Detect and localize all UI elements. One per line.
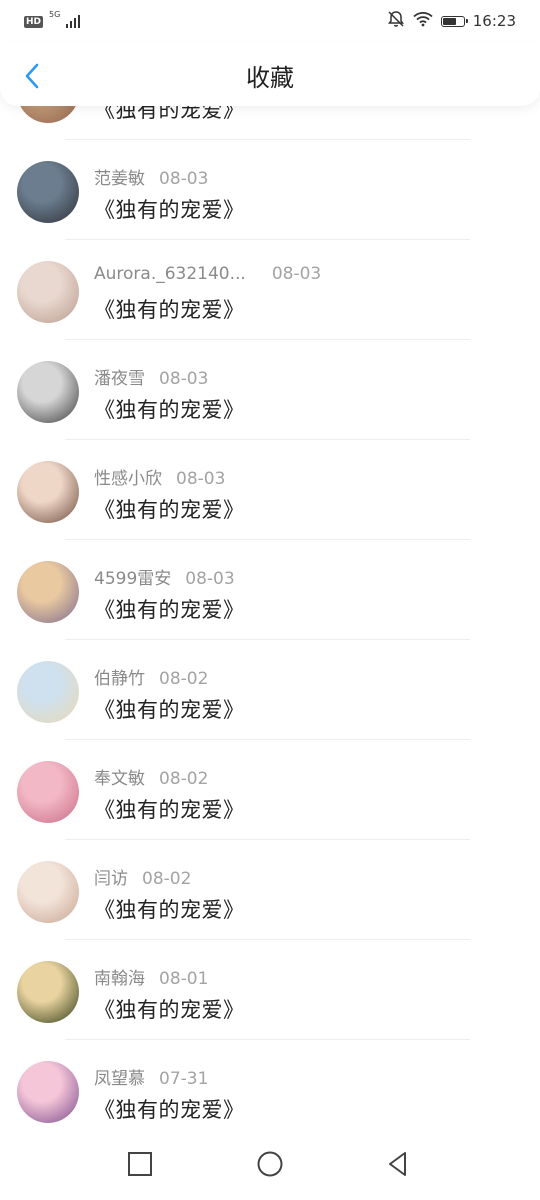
recents-button[interactable] [120, 1148, 160, 1180]
user-name[interactable]: 范姜敏 [94, 169, 145, 189]
avatar[interactable] [17, 561, 79, 623]
item-title: 《独有的宠爱》 [94, 198, 245, 222]
item-meta: 性感小欣 08-03 [94, 464, 225, 489]
item-meta: Aurora._632140... 08-03 [94, 264, 321, 284]
item-title: 《独有的宠爱》 [94, 998, 245, 1022]
list-item[interactable]: Aurora._632140... 08-03 《独有的宠爱》 [0, 240, 540, 340]
item-title: 《独有的宠爱》 [94, 898, 245, 922]
item-meta: 范姜敏 08-03 [94, 164, 208, 189]
avatar[interactable] [17, 361, 79, 423]
item-title: 《独有的宠爱》 [94, 498, 245, 522]
list-item[interactable]: 伯静竹 08-02 《独有的宠爱》 [0, 640, 540, 740]
item-date: 08-03 [185, 569, 235, 589]
list-item[interactable]: 4599雷安 08-03 《独有的宠爱》 [0, 540, 540, 640]
user-name[interactable]: 闫访 [94, 869, 128, 889]
list-item[interactable]: 凤望慕 07-31 《独有的宠爱》 [0, 1040, 540, 1140]
avatar[interactable] [17, 661, 79, 723]
item-title: 《独有的宠爱》 [94, 298, 245, 322]
avatar[interactable] [17, 1061, 79, 1123]
item-title: 《独有的宠爱》 [94, 398, 245, 422]
system-back-button[interactable] [378, 1148, 418, 1180]
status-left: HD 5G [24, 10, 81, 28]
item-date: 08-01 [159, 969, 209, 989]
item-meta: 潘夜雪 08-03 [94, 364, 208, 389]
signal-icon [66, 12, 81, 28]
avatar[interactable] [17, 261, 79, 323]
item-meta: 奉文敏 08-02 [94, 764, 208, 789]
system-nav-bar [0, 1128, 540, 1200]
user-name[interactable]: 奉文敏 [94, 769, 145, 789]
home-button[interactable] [250, 1148, 290, 1180]
user-name[interactable]: 4599雷安 [94, 569, 171, 589]
user-name[interactable]: 伯静竹 [94, 669, 145, 689]
status-right: 16:23 [387, 10, 516, 32]
user-name[interactable]: 南翰海 [94, 969, 145, 989]
item-date: 07-31 [159, 1069, 209, 1089]
mute-bell-icon [387, 10, 405, 32]
avatar[interactable] [17, 161, 79, 223]
user-name[interactable]: 凤望慕 [94, 1069, 145, 1089]
favorites-list: 《独有的宠爱》 范姜敏 08-03 《独有的宠爱》 Aurora._632140... 0… [0, 40, 540, 1140]
item-meta: 闫访 08-02 [94, 864, 191, 889]
item-date: 08-03 [176, 469, 226, 489]
battery-icon [440, 15, 468, 27]
clock: 16:23 [472, 12, 516, 30]
page-title: 收藏 [246, 64, 294, 92]
list-item[interactable]: 奉文敏 08-02 《独有的宠爱》 [0, 740, 540, 840]
avatar[interactable] [17, 961, 79, 1023]
status-bar: HD 5G 16:23 [0, 0, 540, 44]
list-item[interactable]: 潘夜雪 08-03 《独有的宠爱》 [0, 340, 540, 440]
wifi-icon [413, 11, 433, 31]
item-title: 《独有的宠爱》 [94, 598, 245, 622]
item-date: 08-02 [142, 869, 192, 889]
item-meta: 南翰海 08-01 [94, 964, 208, 989]
square-icon [128, 1152, 152, 1176]
item-title: 《独有的宠爱》 [94, 698, 245, 722]
item-title: 《独有的宠爱》 [94, 1098, 245, 1122]
header: 收藏 [0, 44, 540, 106]
item-meta: 伯静竹 08-02 [94, 664, 208, 689]
avatar[interactable] [17, 461, 79, 523]
item-date: 08-03 [159, 369, 209, 389]
list-item[interactable]: 范姜敏 08-03 《独有的宠爱》 [0, 140, 540, 240]
item-date: 08-03 [271, 264, 322, 284]
list-item[interactable]: 南翰海 08-01 《独有的宠爱》 [0, 940, 540, 1040]
user-name[interactable]: 潘夜雪 [94, 369, 145, 389]
list-item[interactable]: 闫访 08-02 《独有的宠爱》 [0, 840, 540, 940]
triangle-back-icon [389, 1152, 406, 1176]
user-name[interactable]: 性感小欣 [94, 469, 162, 489]
item-meta: 凤望慕 07-31 [94, 1064, 208, 1089]
item-date: 08-03 [159, 169, 209, 189]
network-type: 5G [49, 10, 61, 19]
hd-badge: HD [24, 16, 44, 28]
item-title: 《独有的宠爱》 [94, 798, 245, 822]
item-date: 08-02 [159, 769, 209, 789]
circle-icon [257, 1151, 283, 1177]
avatar[interactable] [17, 861, 79, 923]
user-name[interactable]: Aurora._632140... [94, 264, 246, 284]
item-date: 08-02 [159, 669, 209, 689]
item-meta: 4599雷安 08-03 [94, 564, 235, 589]
avatar[interactable] [17, 761, 79, 823]
list-item[interactable]: 性感小欣 08-03 《独有的宠爱》 [0, 440, 540, 540]
